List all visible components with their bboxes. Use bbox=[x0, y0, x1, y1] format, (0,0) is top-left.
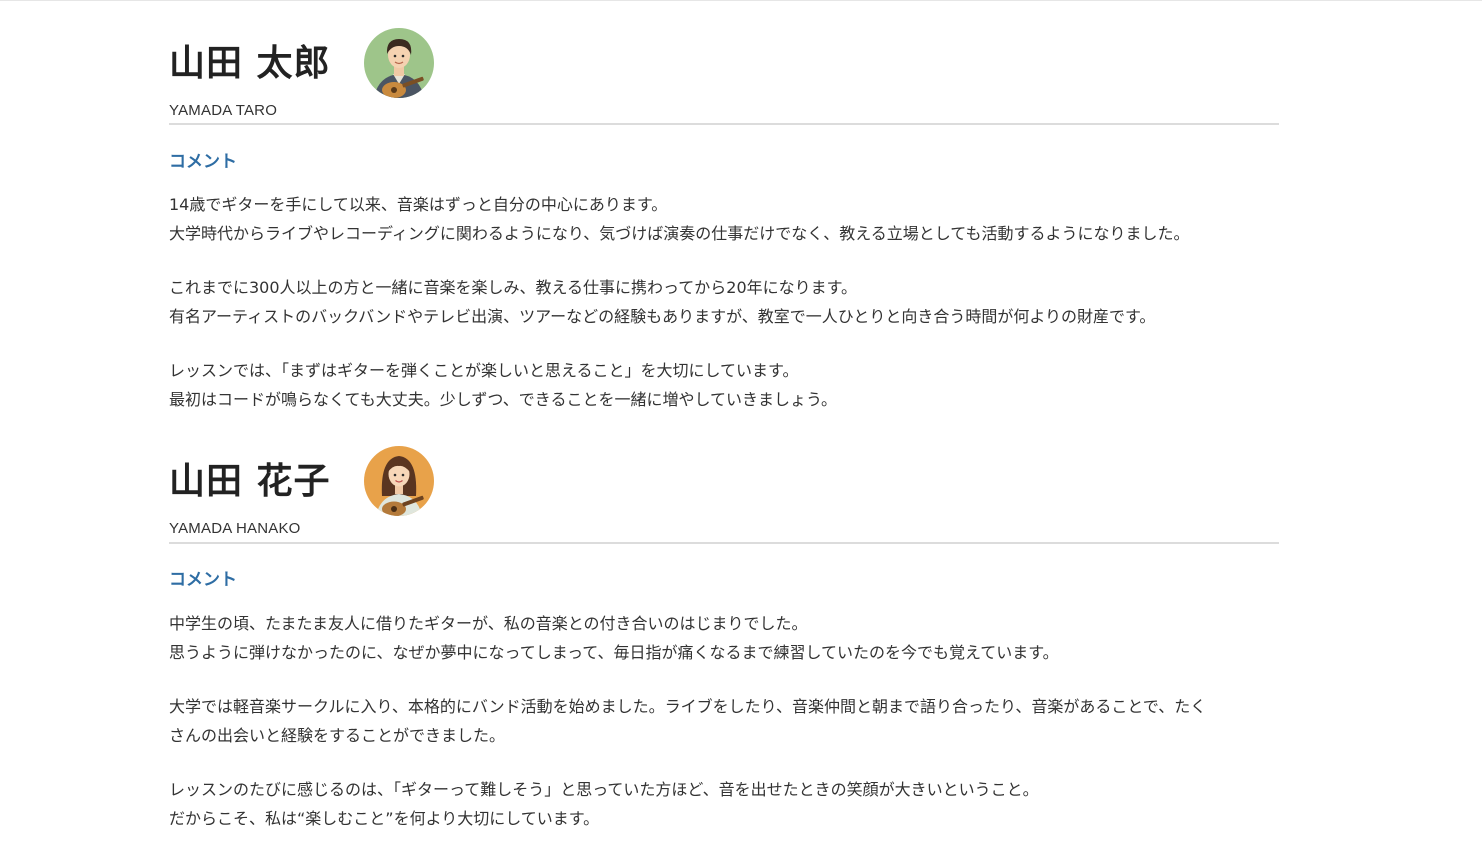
comment-paragraph: 中学生の頃、たまたま友人に借りたギターが、私の音楽との付き合いのはじまりでした。… bbox=[169, 609, 1279, 667]
comment-line: 大学時代からライブやレコーディングに関わるようになり、気づけば演奏の仕事だけでな… bbox=[169, 224, 1190, 243]
comment-paragraph: これまでに300人以上の方と一緒に音楽を楽しみ、教える仕事に携わってから20年に… bbox=[169, 273, 1279, 331]
comment-line: 中学生の頃、たまたま友人に借りたギターが、私の音楽との付き合いのはじまりでした。 bbox=[169, 614, 808, 633]
comment-body: 中学生の頃、たまたま友人に借りたギターが、私の音楽との付き合いのはじまりでした。… bbox=[169, 609, 1279, 858]
instructor-name: 山田 花子 bbox=[169, 461, 331, 502]
instructor-romaji: YAMADA HANAKO bbox=[169, 520, 301, 537]
comment-line: だからこそ、私は“楽しむこと”を何より大切にしています。 bbox=[169, 809, 600, 828]
comment-line: レッスンでは、「まずはギターを弾くことが楽しいと思えること」を大切にしています。 bbox=[169, 361, 799, 380]
instructor-list: 山田 太郎 YAMADA TARO コメント 14歳でギターを手にして以来、音楽… bbox=[169, 0, 1279, 828]
comment-line: レッスンのたびに感じるのは、「ギターって難しそう」と思っていた方ほど、音を出せた… bbox=[169, 780, 1039, 799]
comment-line: これまでに300人以上の方と一緒に音楽を楽しみ、教える仕事に携わってから20年に… bbox=[169, 278, 858, 297]
profile-divider bbox=[169, 123, 1279, 125]
guitarist-avatar-female-icon bbox=[364, 446, 434, 516]
profile-divider bbox=[169, 542, 1279, 544]
comment-paragraph: レッスンでは、「まずはギターを弾くことが楽しいと思えること」を大切にしています。… bbox=[169, 356, 1279, 414]
comment-paragraph: 14歳でギターを手にして以来、音楽はずっと自分の中心にあります。 大学時代からラ… bbox=[169, 190, 1279, 248]
comment-line: さんの出会いと経験をすることができました。 bbox=[169, 726, 506, 745]
instructor-name: 山田 太郎 bbox=[169, 43, 331, 84]
comment-paragraph: レッスンのたびに感じるのは、「ギターって難しそう」と思っていた方ほど、音を出せた… bbox=[169, 775, 1279, 833]
guitarist-avatar-male-icon bbox=[364, 28, 434, 98]
comment-heading: コメント bbox=[169, 152, 237, 172]
instructor-profile-taro: 山田 太郎 YAMADA TARO コメント 14歳でギターを手にして以来、音楽… bbox=[169, 0, 1279, 414]
comment-heading: コメント bbox=[169, 570, 237, 590]
comment-body: 14歳でギターを手にして以来、音楽はずっと自分の中心にあります。 大学時代からラ… bbox=[169, 190, 1279, 439]
comment-line: 最初はコードが鳴らなくても大丈夫。少しずつ、できることを一緒に増やしていきましょ… bbox=[169, 390, 838, 409]
comment-line: 大学では軽音楽サークルに入り、本格的にバンド活動を始めました。ライブをしたり、音… bbox=[169, 697, 1207, 716]
comment-line: 思うように弾けなかったのに、なぜか夢中になってしまって、毎日指が痛くなるまで練習… bbox=[169, 643, 1059, 662]
comment-paragraph: 大学では軽音楽サークルに入り、本格的にバンド活動を始めました。ライブをしたり、音… bbox=[169, 692, 1279, 750]
comment-line: 有名アーティストのバックバンドやテレビ出演、ツアーなどの経験もありますが、教室で… bbox=[169, 307, 1156, 326]
comment-line: 14歳でギターを手にして以来、音楽はずっと自分の中心にあります。 bbox=[169, 195, 668, 214]
instructor-romaji: YAMADA TARO bbox=[169, 102, 278, 119]
